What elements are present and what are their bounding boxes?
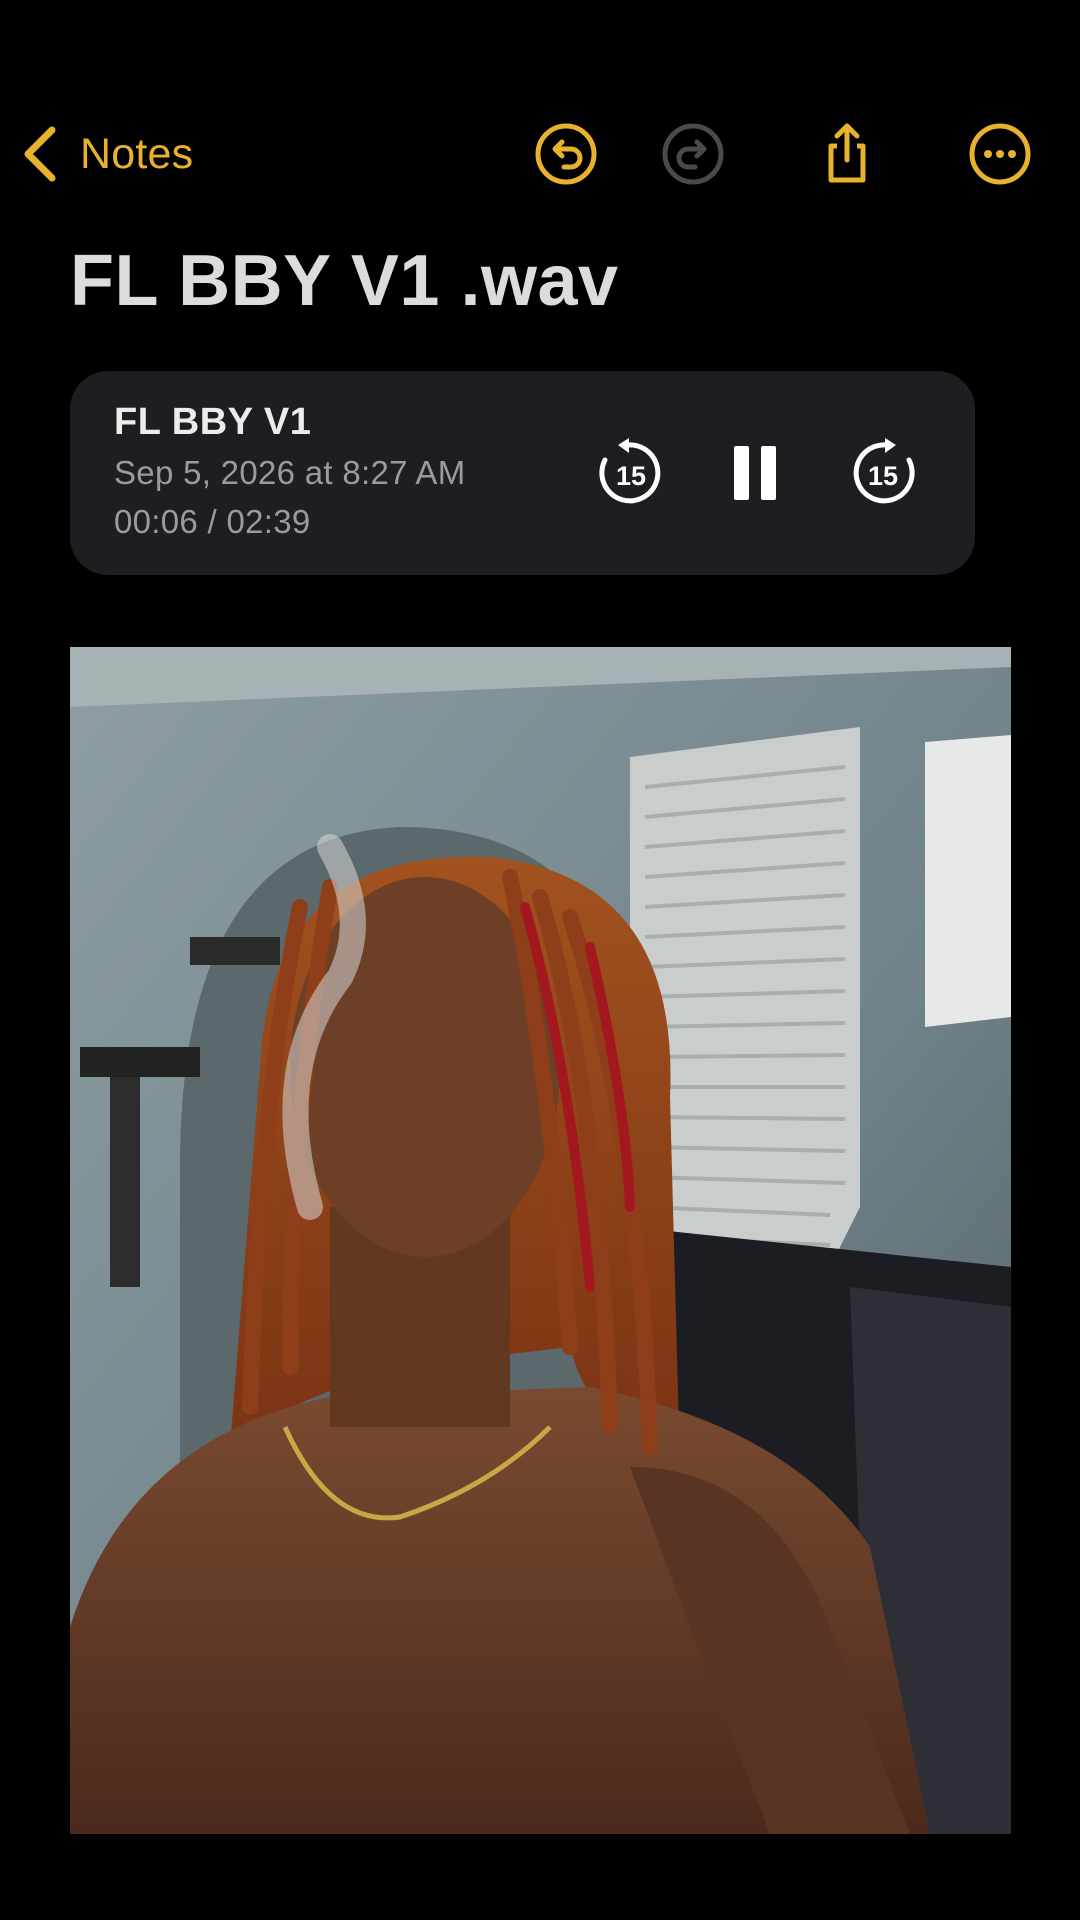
- undo-icon: [535, 123, 597, 185]
- back-button[interactable]: Notes: [22, 126, 194, 182]
- redo-icon: [662, 123, 724, 185]
- share-button[interactable]: [815, 122, 879, 186]
- skip-forward-button[interactable]: 15: [848, 438, 918, 508]
- undo-button[interactable]: [534, 122, 598, 186]
- pause-icon: [734, 446, 776, 500]
- navigation-bar: Notes: [0, 118, 1080, 190]
- note-title[interactable]: FL BBY V1 .wav: [70, 240, 619, 322]
- more-button[interactable]: [968, 122, 1032, 186]
- skip-forward-label: 15: [868, 461, 898, 491]
- pause-button[interactable]: [720, 438, 790, 508]
- audio-date: Sep 5, 2026 at 8:27 AM: [114, 454, 466, 491]
- chevron-left-icon: [24, 126, 56, 182]
- photo-image: [70, 647, 1011, 1834]
- share-icon: [828, 123, 866, 183]
- skip-back-label: 15: [616, 461, 646, 491]
- skip-back-button[interactable]: 15: [596, 438, 666, 508]
- redo-button[interactable]: [661, 122, 725, 186]
- audio-attachment-card[interactable]: FL BBY V1 Sep 5, 2026 at 8:27 AM 00:06 /…: [70, 371, 975, 575]
- audio-playback-time: 00:06 / 02:39: [114, 503, 311, 540]
- more-icon: [969, 123, 1031, 185]
- notes-screen: Notes FL BBY V1 .wav FL BBY V1 Sep 5, 20…: [0, 0, 1080, 1920]
- skip-forward-15-icon: 15: [853, 438, 915, 504]
- photo-attachment[interactable]: [70, 647, 1011, 1834]
- back-label: Notes: [80, 129, 194, 178]
- skip-back-15-icon: 15: [599, 438, 661, 504]
- audio-name: FL BBY V1: [114, 401, 312, 443]
